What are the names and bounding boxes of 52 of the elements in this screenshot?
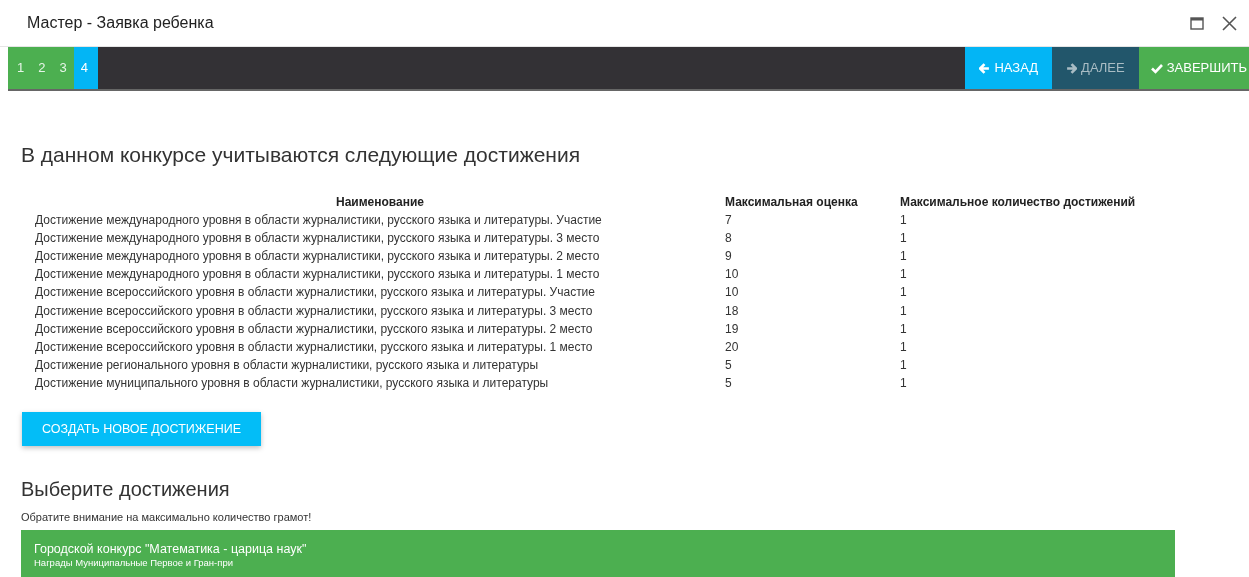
table-cell: 1 xyxy=(900,230,907,245)
table-cell: 1 xyxy=(900,285,907,300)
table-cell: 1 xyxy=(900,212,907,227)
contest-subtitle: Награды Муниципальные Первое и Гран-при xyxy=(34,556,233,569)
table-cell: 8 xyxy=(725,230,732,245)
table-cell: 18 xyxy=(725,303,739,318)
column-header: Максимальное количество достижений xyxy=(900,194,1136,209)
table-cell: 1 xyxy=(900,267,907,282)
table-cell: 19 xyxy=(725,321,739,336)
step-tab[interactable]: 2 xyxy=(31,47,53,89)
step-tab[interactable]: 1 xyxy=(8,47,32,89)
section-heading: Выберите достижения xyxy=(21,477,231,503)
note-text: Обратите внимание на максимально количество грамот! xyxy=(21,510,313,526)
nav-button[interactable]: НАЗАД xyxy=(965,47,1053,89)
table-cell: Достижение международного уровня в области журналистики, русского языка и литературы. 3 место xyxy=(35,230,600,245)
table-cell: 1 xyxy=(900,321,907,336)
table-cell: Достижение всероссийского уровня в области журналистики, русского языка и литературы. 1 место xyxy=(35,339,593,354)
table-cell: 1 xyxy=(900,339,907,354)
window-title: Мастер - Заявка ребенка xyxy=(27,13,214,33)
table-cell: Достижение международного уровня в области журналистики, русского языка и литературы. 2 место xyxy=(35,248,600,263)
table-cell: 5 xyxy=(725,376,732,391)
table-cell: 1 xyxy=(900,248,907,263)
table-cell: 1 xyxy=(900,376,907,391)
maximize-icon[interactable] xyxy=(1190,16,1204,30)
table-cell: Достижение всероссийского уровня в области журналистики, русского языка и литературы. 3 место xyxy=(35,303,593,318)
step-tab[interactable]: 3 xyxy=(52,47,74,89)
table-cell: 1 xyxy=(900,358,907,373)
table-cell: Достижение муниципального уровня в области журналистики, русского языка и литературы xyxy=(35,376,549,391)
table-cell: 5 xyxy=(725,358,732,373)
contest-card[interactable]: Городской конкурс "Математика - царица наук" Награды Муниципальные Первое и Гран-при xyxy=(21,529,1175,577)
table-cell: Достижение регионального уровня в области журналистики, русского языка и литературы xyxy=(35,358,539,373)
arrow-right-icon xyxy=(1066,62,1078,74)
close-icon[interactable] xyxy=(1222,15,1237,31)
table-cell: 9 xyxy=(725,248,732,263)
arrow-left-icon xyxy=(979,62,991,74)
table-cell: Достижение всероссийского уровня в области журналистики, русского языка и литературы. 2 место xyxy=(35,321,593,336)
table-cell: 10 xyxy=(725,285,739,300)
column-header: Максимальная оценка xyxy=(725,194,858,209)
section-heading: В данном конкурсе учитываются следующие достижения xyxy=(21,142,582,168)
table-cell: 1 xyxy=(900,303,907,318)
table-cell: 7 xyxy=(725,212,732,227)
table-cell: Достижение всероссийского уровня в области журналистики, русского языка и литературы. Участие xyxy=(35,285,595,300)
checkmark-icon xyxy=(1150,62,1163,74)
step-tab[interactable]: 4 xyxy=(73,47,98,89)
column-header: Наименование xyxy=(335,194,424,209)
table-cell: 10 xyxy=(725,267,739,282)
table-cell: Достижение международного уровня в области журналистики, русского языка и литературы. 1 место xyxy=(35,267,600,282)
contest-title: Городской конкурс "Математика - царица наук" xyxy=(34,541,307,557)
table-cell: 20 xyxy=(725,339,739,354)
create-achievement-button[interactable]: СОЗДАТЬ НОВОЕ ДОСТИЖЕНИЕ xyxy=(22,412,261,447)
nav-button[interactable]: ЗАВЕРШИТЬ xyxy=(1138,47,1249,89)
table-cell: Достижение международного уровня в области журналистики, русского языка и литературы. Участие xyxy=(35,212,602,227)
